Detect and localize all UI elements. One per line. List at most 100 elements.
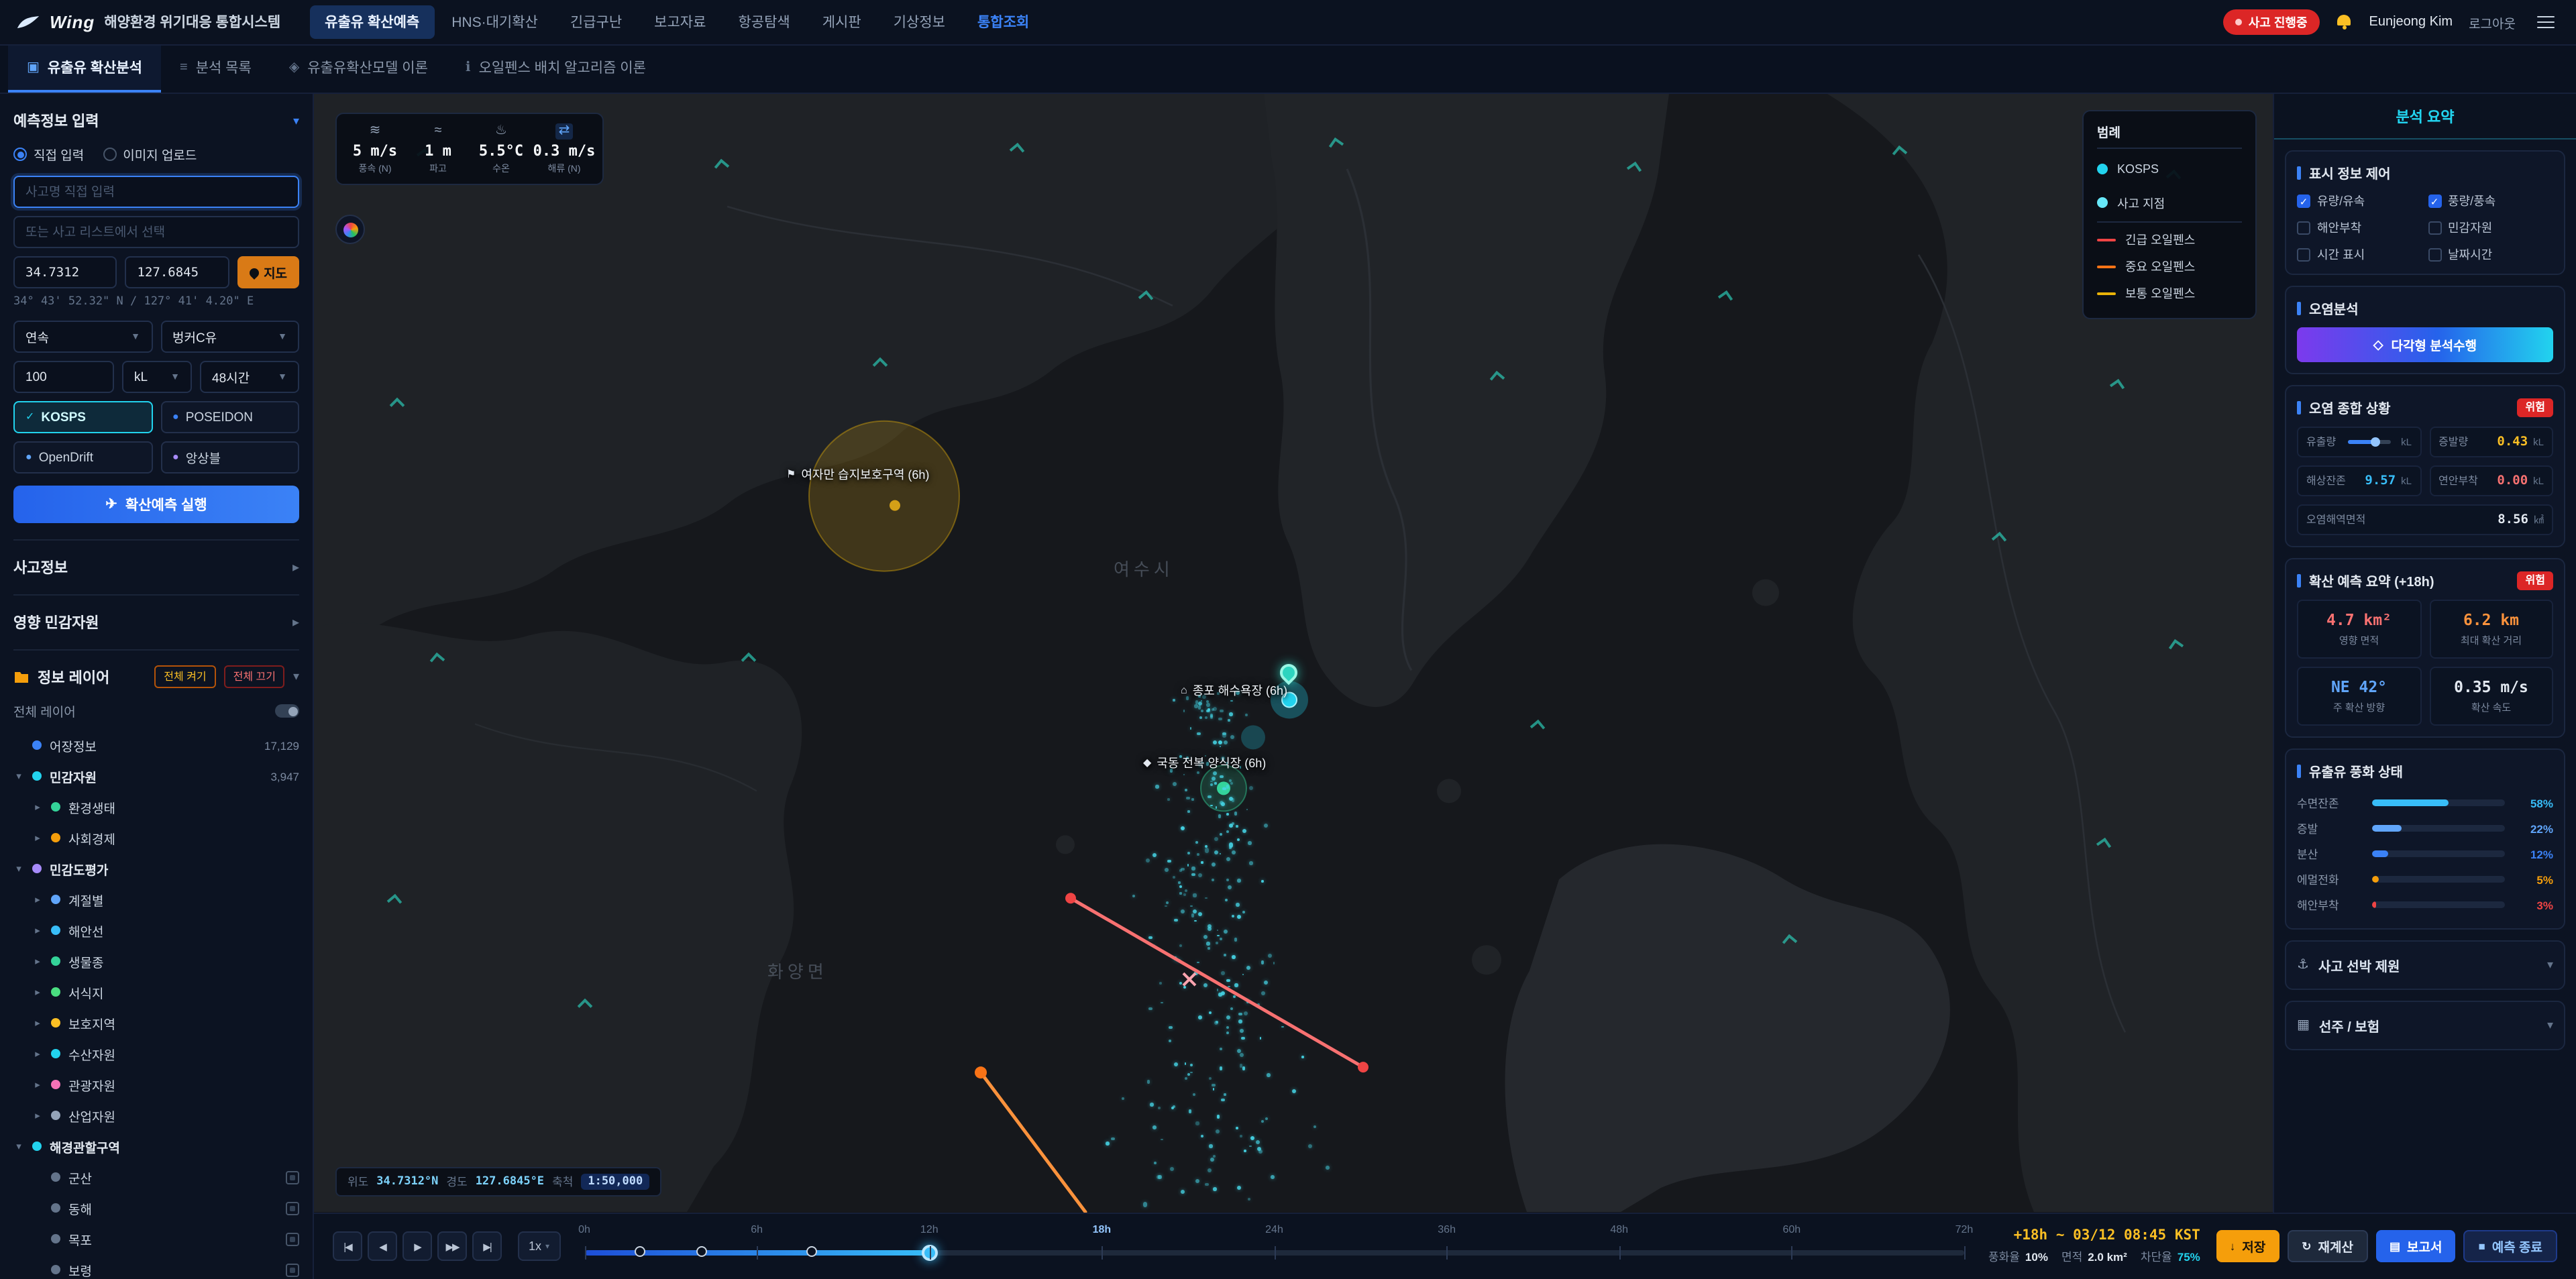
- analysis-tab[interactable]: ℹ 오일펜스 배치 알고리즘 이론: [447, 46, 665, 93]
- display-checkbox[interactable]: 유량/유속: [2297, 192, 2422, 209]
- latitude-input[interactable]: [13, 256, 117, 288]
- event-marker-icon[interactable]: [696, 1245, 707, 1256]
- timeline-tick[interactable]: 48h: [1610, 1223, 1628, 1235]
- notification-bell-icon[interactable]: [2336, 13, 2353, 31]
- caret-icon[interactable]: ▸: [32, 1048, 43, 1060]
- timeline-tick[interactable]: 36h: [1438, 1223, 1456, 1235]
- caret-icon[interactable]: ▸: [32, 1078, 43, 1091]
- master-layer-toggle[interactable]: [275, 704, 299, 718]
- timeline-tick[interactable]: 18h: [1093, 1223, 1112, 1235]
- layer-visibility-toggle[interactable]: [286, 1263, 299, 1276]
- analysis-tab[interactable]: ≡ 분석 목록: [161, 46, 270, 93]
- footer-action-button[interactable]: ↓ 저장: [2216, 1230, 2279, 1262]
- accident-name-input[interactable]: [13, 176, 299, 208]
- summary-panel-body[interactable]: 표시 정보 제어 유량/유속 풍량/풍속: [2274, 140, 2576, 1212]
- caret-icon[interactable]: ▸: [32, 924, 43, 936]
- timeline-tick[interactable]: 60h: [1782, 1223, 1801, 1235]
- unit-select[interactable]: kL▼: [122, 361, 192, 393]
- footer-action-button[interactable]: ▤ 보고서: [2376, 1230, 2456, 1262]
- layer-item[interactable]: ▸ 서식지: [13, 977, 299, 1007]
- layer-visibility-toggle[interactable]: [286, 1201, 299, 1215]
- caret-icon[interactable]: ▸: [32, 832, 43, 844]
- model-chip[interactable]: ✓ KOSPS: [13, 401, 152, 433]
- longitude-input[interactable]: [125, 256, 229, 288]
- oil-type-select[interactable]: 벙커C유▼: [160, 321, 299, 353]
- timeline-tick[interactable]: 12h: [920, 1223, 938, 1235]
- farm-label[interactable]: ◆ 국동 전복 양식장 (6h): [1143, 754, 1266, 771]
- logout-link[interactable]: 로그아웃: [2469, 13, 2516, 32]
- layer-item[interactable]: ▸ 수산자원: [13, 1038, 299, 1069]
- layers-all-on-button[interactable]: 전체 켜기: [154, 665, 215, 688]
- radio-image-upload[interactable]: 이미지 업로드: [103, 145, 197, 164]
- layer-item[interactable]: ▸ 계절별: [13, 884, 299, 915]
- menu-icon[interactable]: [2532, 11, 2560, 34]
- layer-item[interactable]: ▾ 민감자원 3,947: [13, 761, 299, 791]
- layer-item[interactable]: 보령: [13, 1254, 299, 1279]
- chevron-down-icon[interactable]: ▾: [293, 669, 299, 684]
- left-sidebar[interactable]: 예측정보 입력 ▾ 직접 입력 이미지 업로드 지도 34° 43' 52.32…: [0, 94, 314, 1279]
- caret-icon[interactable]: ▸: [32, 1017, 43, 1029]
- layer-item[interactable]: ▸ 해안선: [13, 915, 299, 946]
- main-menu-item[interactable]: 유출유 확산예측: [310, 5, 434, 39]
- layer-visibility-toggle[interactable]: [286, 1170, 299, 1184]
- main-menu-item[interactable]: HNS·대기확산: [437, 5, 553, 39]
- caret-icon[interactable]: ▸: [32, 893, 43, 905]
- palette-button[interactable]: [335, 215, 365, 244]
- layer-item[interactable]: ▸ 사회경제: [13, 822, 299, 853]
- event-marker-icon[interactable]: [806, 1245, 817, 1256]
- caret-icon[interactable]: ▸: [32, 955, 43, 967]
- main-menu-item[interactable]: 기상정보: [879, 5, 960, 39]
- beach-label[interactable]: ⌂ 종포 해수욕장 (6h): [1181, 681, 1287, 699]
- layer-item[interactable]: ▸ 관광자원: [13, 1069, 299, 1100]
- playback-button[interactable]: ◀: [368, 1231, 397, 1261]
- playback-button[interactable]: |◀: [333, 1231, 362, 1261]
- timeline-tick[interactable]: 6h: [751, 1223, 763, 1235]
- caret-icon[interactable]: ▾: [13, 770, 24, 782]
- run-prediction-button[interactable]: ✈ 확산예측 실행: [13, 486, 299, 523]
- playback-speed-select[interactable]: 1x ▾: [518, 1231, 560, 1261]
- layer-item[interactable]: 동해: [13, 1192, 299, 1223]
- layer-item[interactable]: ▾ 해경관할구역: [13, 1131, 299, 1162]
- duration-select[interactable]: 48시간▼: [200, 361, 299, 393]
- sensitive-resources-section[interactable]: 영향 민감자원▸: [13, 594, 299, 649]
- map-canvas[interactable]: 여수시 화양면 ⚑ 여자만 습지보호구역 (6h) ⌂ 종포 해수욕장 (6h)…: [314, 94, 2273, 1212]
- model-chip[interactable]: ● 앙상블: [160, 441, 299, 474]
- model-chip[interactable]: ● OpenDrift: [13, 441, 152, 474]
- layer-item[interactable]: 군산: [13, 1162, 299, 1192]
- spill-type-select[interactable]: 연속▼: [13, 321, 152, 353]
- layer-item[interactable]: ▸ 산업자원: [13, 1100, 299, 1131]
- caret-icon[interactable]: ▾: [13, 863, 24, 875]
- caret-icon[interactable]: ▸: [32, 1109, 43, 1121]
- timeline-tick[interactable]: 24h: [1265, 1223, 1283, 1235]
- caret-icon[interactable]: ▸: [32, 986, 43, 998]
- timeline-track[interactable]: [584, 1250, 1964, 1256]
- chevron-down-icon[interactable]: ▾: [293, 113, 299, 128]
- incident-status-badge[interactable]: 사고 진행중: [2223, 9, 2320, 35]
- spill-amount-mini-slider[interactable]: [2347, 440, 2390, 444]
- playback-button[interactable]: ▶|: [472, 1231, 502, 1261]
- spill-amount-input[interactable]: [13, 361, 114, 393]
- main-menu-item[interactable]: 긴급구난: [555, 5, 637, 39]
- ship-specs-section[interactable]: ⚓ 사고 선박 제원 ▾: [2285, 940, 2565, 990]
- layer-item[interactable]: ▸ 보호지역: [13, 1007, 299, 1038]
- layer-item[interactable]: ▾ 민감도평가: [13, 853, 299, 884]
- footer-action-button[interactable]: ■ 예측 종료: [2464, 1230, 2558, 1262]
- caret-icon[interactable]: ▸: [32, 801, 43, 813]
- pick-on-map-button[interactable]: 지도: [237, 256, 299, 288]
- layer-item[interactable]: 목포: [13, 1223, 299, 1254]
- main-menu-item[interactable]: 통합조회: [963, 5, 1044, 39]
- main-menu-item[interactable]: 항공탐색: [723, 5, 804, 39]
- timeline-tick[interactable]: 0h: [578, 1223, 590, 1235]
- layer-visibility-toggle[interactable]: [286, 1232, 299, 1245]
- layer-item[interactable]: ▸ 생물종: [13, 946, 299, 977]
- polygon-analysis-button[interactable]: ◇ 다각형 분석수행: [2297, 327, 2553, 362]
- display-checkbox[interactable]: 민감자원: [2428, 219, 2553, 236]
- playback-button[interactable]: ▶▶: [437, 1231, 467, 1261]
- display-checkbox[interactable]: 해안부착: [2297, 219, 2422, 236]
- event-marker-icon[interactable]: [634, 1245, 645, 1256]
- timeline-slider[interactable]: 0h 6h 12h 18h 24h 36h 48h 60h 72h: [576, 1223, 1972, 1269]
- playback-button[interactable]: ▶: [402, 1231, 432, 1261]
- main-menu-item[interactable]: 게시판: [808, 5, 876, 39]
- wetland-zone-label[interactable]: ⚑ 여자만 습지보호구역 (6h): [786, 465, 929, 483]
- display-checkbox[interactable]: 풍량/풍속: [2428, 192, 2553, 209]
